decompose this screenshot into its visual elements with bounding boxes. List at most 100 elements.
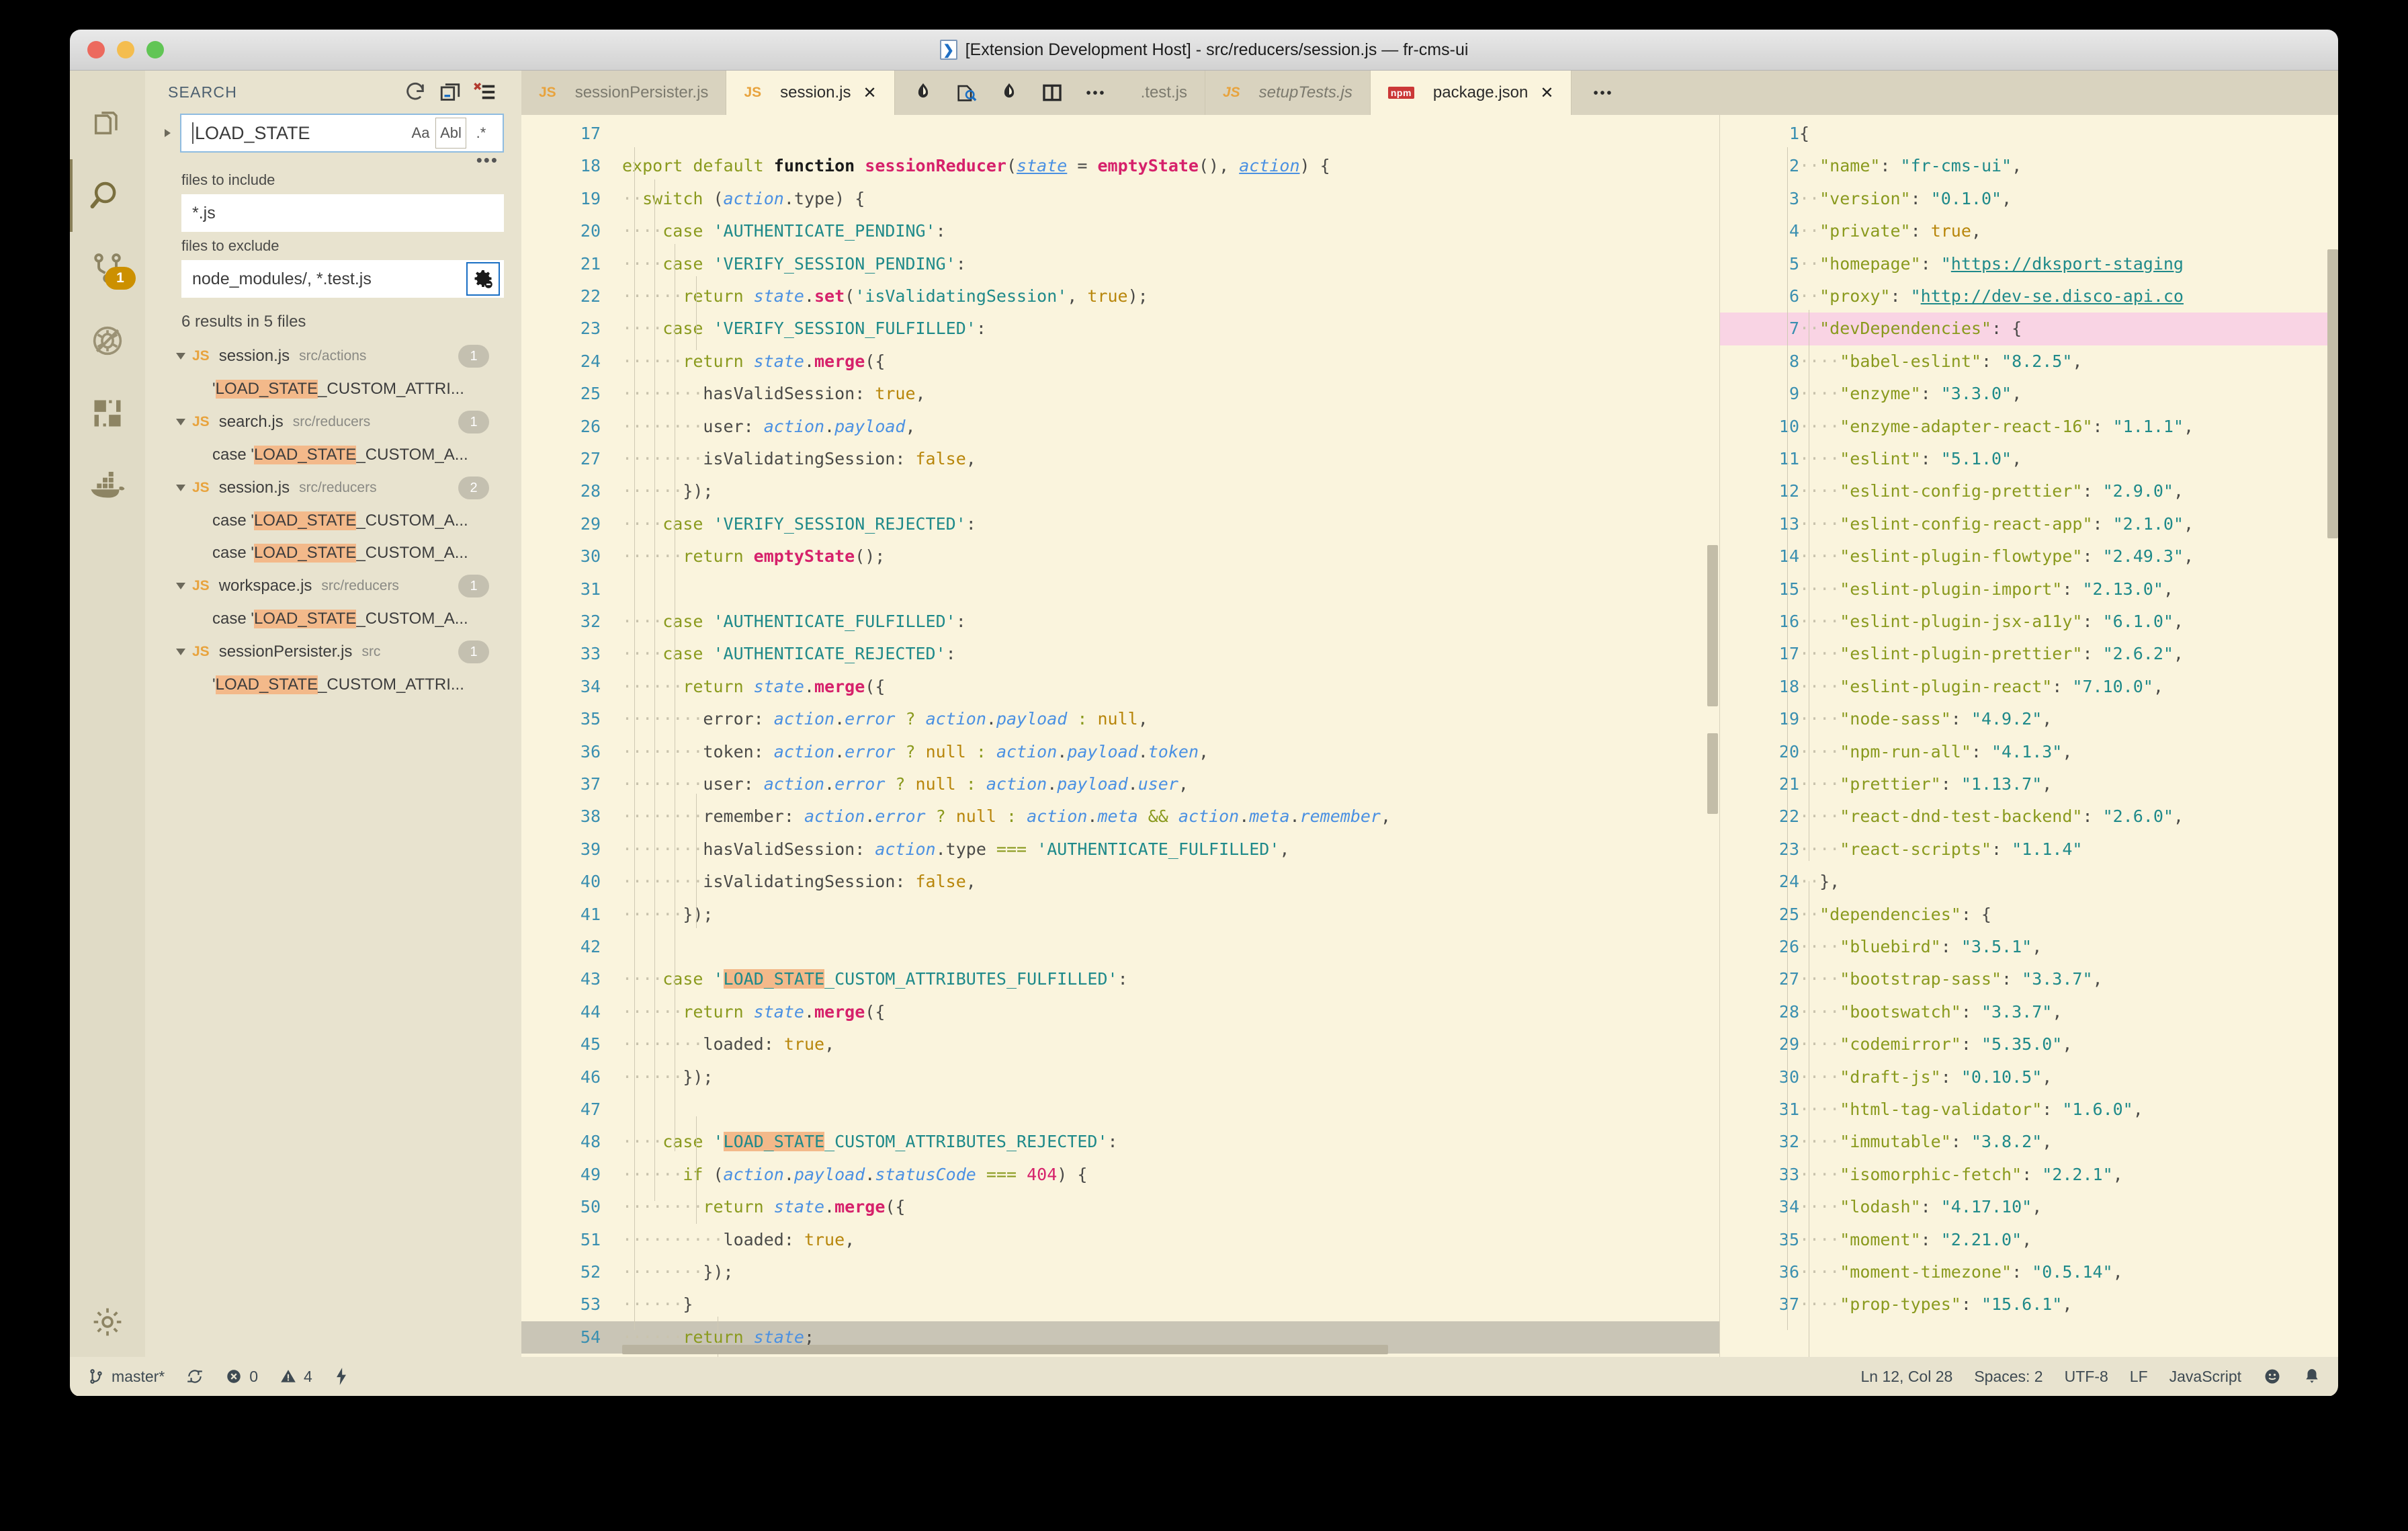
vertical-scrollbar-right[interactable]	[2327, 249, 2338, 538]
status-feedback[interactable]	[2252, 1357, 2292, 1396]
editor-pane-session-js[interactable]: 1718export default function sessionReduc…	[521, 115, 1720, 1357]
search-result-file-row[interactable]: JSsessionPersister.jssrc1	[159, 635, 504, 669]
code-token: (),	[1199, 156, 1239, 175]
search-result-file-row[interactable]: JSworkspace.jssrc/reducers1	[159, 569, 504, 603]
code-token: .	[804, 677, 814, 696]
tab-setuptests-js[interactable]: JSsetupTests.js	[1205, 71, 1371, 115]
line-number: 1	[1720, 118, 1799, 150]
search-result-file-row[interactable]: JSsearch.jssrc/reducers1	[159, 405, 504, 439]
search-more-actions-icon[interactable]: •••	[159, 153, 504, 166]
clear-all-icon[interactable]	[433, 75, 468, 110]
code-token: ····	[1799, 579, 1840, 599]
editor-right-more-actions-icon[interactable]	[1581, 71, 1624, 115]
vertical-scrollbar-left[interactable]	[1707, 545, 1718, 706]
status-cursor-position[interactable]: Ln 12, Col 28	[1850, 1357, 1963, 1396]
zoom-window-button[interactable]	[146, 41, 164, 58]
status-eol[interactable]: LF	[2119, 1357, 2159, 1396]
code-token: "dependencies"	[1819, 905, 1961, 924]
code-token: 'isValidatingSession'	[855, 286, 1067, 306]
split-editor-icon[interactable]	[1031, 71, 1074, 115]
tab-package-json[interactable]: npmpackage.json✕	[1371, 71, 1572, 115]
files-to-include-input[interactable]	[191, 203, 499, 224]
code-token: :	[2082, 546, 2102, 566]
code-line: ······return state.merge({	[622, 671, 885, 703]
files-to-exclude-field[interactable]	[181, 260, 504, 298]
status-sync[interactable]	[175, 1357, 214, 1396]
code-token: (	[713, 189, 723, 208]
indent-guide	[1787, 147, 1788, 1330]
chevron-down-icon[interactable]	[176, 649, 185, 655]
window-controls[interactable]	[87, 41, 164, 58]
sidebar-item-explorer[interactable]	[70, 87, 145, 159]
code-token: ?	[885, 774, 915, 794]
status-encoding[interactable]: UTF-8	[2054, 1357, 2119, 1396]
files-to-exclude-label: files to exclude	[181, 237, 504, 255]
sidebar-item-docker[interactable]	[70, 450, 145, 522]
code-token: ····	[622, 221, 662, 241]
code-line: ··"dependencies": {	[1799, 899, 1991, 931]
refresh-icon[interactable]	[398, 75, 433, 110]
close-window-button[interactable]	[87, 41, 105, 58]
tab--test-js[interactable]: .test.js	[1123, 71, 1205, 115]
code-token: return	[683, 351, 753, 371]
status-tasks[interactable]	[323, 1357, 359, 1396]
collapse-all-icon[interactable]	[468, 75, 503, 110]
editor-pane-package-json[interactable]: 1{2··"name": "fr-cms-ui",3··"version": "…	[1720, 115, 2338, 1357]
sidebar-item-search[interactable]	[70, 159, 145, 232]
status-indentation[interactable]: Spaces: 2	[1963, 1357, 2053, 1396]
flame-2-icon[interactable]	[988, 71, 1031, 115]
files-to-include-field[interactable]	[181, 194, 504, 232]
status-warnings[interactable]: 4	[269, 1357, 323, 1396]
code-token: export	[622, 156, 693, 175]
minimize-window-button[interactable]	[117, 41, 134, 58]
chevron-down-icon[interactable]	[176, 485, 185, 491]
line-number: 44	[521, 996, 601, 1028]
sidebar-item-extensions[interactable]	[70, 377, 145, 450]
toggle-replace-button[interactable]	[159, 124, 176, 142]
flame-icon[interactable]	[902, 71, 945, 115]
search-result-match-row[interactable]: 'LOAD_STATE_CUSTOM_ATTRI...	[159, 669, 504, 701]
search-result-file-row[interactable]: JSsession.jssrc/reducers2	[159, 471, 504, 505]
status-branch[interactable]: master*	[77, 1357, 175, 1396]
status-warnings-count: 4	[304, 1368, 312, 1386]
code-token: true	[804, 1230, 845, 1249]
code-token: ····	[1799, 806, 1840, 826]
use-exclude-settings-icon[interactable]	[466, 262, 500, 296]
code-token: "eslint-config-react-app"	[1840, 514, 2092, 534]
search-result-match-row[interactable]: case 'LOAD_STATE_CUSTOM_A...	[159, 537, 504, 569]
search-result-file-row[interactable]: JSsession.jssrc/actions1	[159, 339, 504, 373]
horizontal-scrollbar-left[interactable]	[622, 1345, 1388, 1354]
code-line: ····"enzyme-adapter-react-16": "1.1.1",	[1799, 411, 2194, 443]
editor-more-actions-icon[interactable]	[1074, 71, 1117, 115]
use-regex-icon[interactable]: .*	[466, 118, 496, 148]
line-number: 31	[521, 573, 601, 606]
code-token: true	[875, 384, 915, 403]
search-result-match-row[interactable]: case 'LOAD_STATE_CUSTOM_A...	[159, 505, 504, 537]
match-whole-word-icon[interactable]: Abl	[435, 118, 466, 149]
chevron-down-icon[interactable]	[176, 583, 185, 589]
tab-sessionpersister-js[interactable]: JSsessionPersister.js	[521, 71, 726, 115]
search-result-count-badge: 1	[458, 345, 489, 368]
close-tab-button[interactable]: ✕	[1540, 83, 1553, 103]
chevron-down-icon[interactable]	[176, 353, 185, 360]
sidebar-item-source-control[interactable]: 1	[70, 232, 145, 304]
files-to-exclude-input[interactable]	[191, 269, 499, 290]
search-result-match-row[interactable]: case 'LOAD_STATE_CUSTOM_A...	[159, 603, 504, 635]
status-notifications[interactable]	[2292, 1357, 2331, 1396]
sidebar-item-debug[interactable]	[70, 304, 145, 377]
status-errors[interactable]: 0	[214, 1357, 269, 1396]
close-tab-button[interactable]: ✕	[863, 83, 877, 103]
status-language-mode[interactable]: JavaScript	[2159, 1357, 2252, 1396]
tab-session-js[interactable]: JSsession.js✕	[726, 71, 894, 115]
line-number: 26	[521, 411, 601, 443]
manage-gear-button[interactable]	[70, 1305, 145, 1339]
chevron-down-icon[interactable]	[176, 419, 185, 425]
search-input[interactable]: LOAD_STATE Aa Abl .*	[180, 114, 504, 153]
search-result-count-badge: 2	[458, 477, 489, 499]
search-result-match-row[interactable]: 'LOAD_STATE_CUSTOM_ATTRI...	[159, 373, 504, 405]
match-case-icon[interactable]: Aa	[406, 118, 435, 148]
preview-icon[interactable]	[945, 71, 988, 115]
vertical-scrollbar-left-2[interactable]	[1707, 733, 1718, 814]
search-result-match-row[interactable]: case 'LOAD_STATE_CUSTOM_A...	[159, 439, 504, 471]
code-token: "proxy"	[1819, 286, 1890, 306]
